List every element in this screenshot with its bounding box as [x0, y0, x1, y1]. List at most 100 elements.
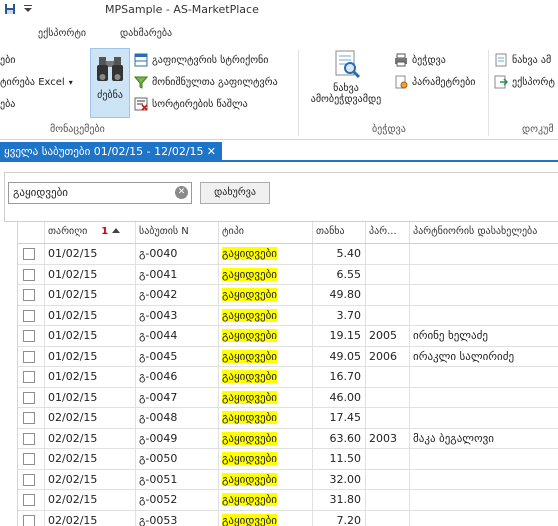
cell-date: 02/02/15 — [45, 408, 136, 428]
menu-item-help[interactable]: დახმარება — [120, 28, 172, 39]
header-select[interactable] — [18, 222, 45, 243]
header-amount[interactable]: თანხა — [313, 222, 366, 243]
print-preview-icon — [335, 50, 361, 79]
table-row[interactable]: 02/02/15 გ-0053 გაყიდვები 7.20 — [18, 510, 558, 526]
header-type[interactable]: ტიპი — [219, 222, 313, 243]
cell-amount: 49.80 — [313, 285, 366, 305]
header-partner-code[interactable]: პარ... — [366, 222, 410, 243]
header-doc-number[interactable]: საბუთის N — [136, 222, 219, 243]
document-export-button[interactable]: ექსპორტ — [494, 74, 555, 90]
grid-header-row: თარიღი 1 საბუთის N ტიპი თანხა პარ... პარტ… — [18, 222, 558, 244]
header-partner-name[interactable]: პარტნიორის დასახელება — [410, 222, 558, 243]
sort-order-badge: 1 — [101, 226, 109, 237]
table-row[interactable]: 01/02/15 გ-0047 გაყიდვები 46.00 — [18, 387, 558, 408]
cell-doc-number: გ-0047 — [136, 387, 219, 407]
table-row[interactable]: 01/02/15 გ-0041 გაყიდვები 6.55 — [18, 264, 558, 285]
cell-amount: 49.05 — [313, 346, 366, 366]
row-checkbox[interactable] — [23, 494, 35, 506]
row-checkbox[interactable] — [23, 371, 35, 383]
table-row[interactable]: 02/02/15 გ-0049 გაყიდვები 63.60 2003 მაკა ბეგ… — [18, 428, 558, 449]
clear-sort-button[interactable]: სორტირების წაშლა — [134, 96, 248, 112]
printer-icon — [395, 53, 407, 67]
row-checkbox[interactable] — [23, 289, 35, 301]
cell-date: 02/02/15 — [45, 449, 136, 469]
print-button[interactable]: ბეჭდვა — [394, 52, 446, 68]
table-row[interactable]: 02/02/15 გ-0048 გაყიდვები 17.45 — [18, 408, 558, 429]
ribbon-item-partial-1[interactable]: ები — [0, 52, 15, 68]
cell-type: გაყიდვები — [219, 510, 313, 526]
row-checkbox[interactable] — [23, 391, 35, 404]
row-checkbox-cell — [18, 305, 45, 325]
row-checkbox[interactable] — [23, 514, 35, 526]
cell-type: გაყიდვები — [219, 346, 313, 366]
cell-type: გაყიდვები — [219, 449, 313, 469]
row-checkbox[interactable] — [23, 412, 35, 424]
clear-search-icon[interactable]: ✕ — [175, 186, 188, 199]
search-highlight: გაყიდვები — [222, 513, 277, 526]
ribbon-item-partial-3[interactable]: ება — [0, 96, 15, 112]
cell-partner-code: 2006 — [366, 346, 410, 366]
table-row[interactable]: 01/02/15 გ-0043 გაყიდვები 3.70 — [18, 305, 558, 326]
table-row[interactable]: 01/02/15 გ-0040 გაყიდვები 5.40 — [18, 244, 558, 265]
row-checkbox[interactable] — [23, 350, 35, 363]
row-checkbox-cell — [18, 449, 45, 469]
table-row[interactable]: 02/02/15 გ-0051 გაყიდვები 32.00 — [18, 469, 558, 490]
filter-row-icon — [134, 53, 148, 67]
cell-partner-code — [366, 264, 410, 284]
tab-all-documents[interactable]: ყველა საბუთები 01/02/15 - 12/02/15 ✕ — [0, 142, 222, 162]
search-input[interactable]: გაყიდვები ✕ — [8, 182, 192, 204]
row-checkbox-cell — [18, 264, 45, 284]
ribbon-group-label-print: ბეჭდვა — [372, 124, 406, 135]
row-checkbox-cell — [18, 346, 45, 366]
cell-date: 01/02/15 — [45, 387, 136, 407]
row-checkbox[interactable] — [23, 268, 35, 281]
export-icon — [494, 75, 508, 89]
close-icon[interactable]: ✕ — [207, 145, 216, 158]
quick-access-dropdown-icon[interactable] — [22, 3, 34, 15]
search-highlight: გაყიდვები — [222, 452, 277, 465]
cell-doc-number: გ-0053 — [136, 510, 219, 526]
table-row[interactable]: 01/02/15 გ-0045 გაყიდვები 49.05 2006 ირაკლი ს… — [18, 346, 558, 367]
table-row[interactable]: 01/02/15 გ-0042 გაყიდვები 49.80 — [18, 285, 558, 306]
table-row[interactable]: 01/02/15 გ-0044 გაყიდვები 19.15 2005 ირინე ხე… — [18, 326, 558, 347]
header-date[interactable]: თარიღი 1 — [45, 222, 136, 243]
cell-amount: 6.55 — [313, 264, 366, 284]
table-row[interactable]: 01/02/15 გ-0046 გაყიდვები 16.70 — [18, 367, 558, 388]
main-content: გაყიდვები ✕ დახურვა თარიღი 1 საბუთის N ტი… — [0, 164, 558, 526]
cell-doc-number: გ-0042 — [136, 285, 219, 305]
filter-selected-button[interactable]: მონიშნულთა გაფილტვრა — [134, 74, 278, 90]
window-title: MPSample - AS-MarketPlace — [105, 3, 259, 16]
cell-partner-code: 2003 — [366, 428, 410, 448]
ribbon-group-label-document: დოკუმ — [522, 124, 554, 135]
cell-amount: 63.60 — [313, 428, 366, 448]
save-icon[interactable] — [4, 3, 16, 15]
ribbon-separator — [298, 50, 299, 136]
row-checkbox[interactable] — [23, 248, 35, 260]
close-filter-button[interactable]: დახურვა — [200, 182, 270, 204]
cell-doc-number: გ-0041 — [136, 264, 219, 284]
table-row[interactable]: 02/02/15 გ-0052 გაყიდვები 31.80 — [18, 490, 558, 511]
row-checkbox[interactable] — [23, 453, 35, 465]
document-view-button[interactable]: ნახვა ამ — [494, 52, 551, 68]
cell-doc-number: გ-0040 — [136, 244, 219, 264]
menu-item-export[interactable]: ექსპორტი — [38, 28, 86, 39]
cell-partner-code — [366, 449, 410, 469]
ribbon-item-export-excel[interactable]: ტირება Excel ▾ — [0, 74, 73, 90]
cell-partner-name — [410, 244, 558, 264]
filter-row-button[interactable]: გაფილტვრის სტრიქონი — [134, 52, 268, 68]
print-settings-button[interactable]: პარამეტრები — [394, 74, 475, 90]
row-checkbox[interactable] — [23, 309, 35, 322]
cell-doc-number: გ-0045 — [136, 346, 219, 366]
search-highlight: გაყიდვები — [222, 308, 277, 322]
row-checkbox[interactable] — [23, 473, 35, 486]
cell-partner-code — [366, 244, 410, 264]
cell-amount: 11.50 — [313, 449, 366, 469]
ribbon-group-label-data: მონაცემები — [50, 124, 105, 135]
row-checkbox[interactable] — [23, 432, 35, 445]
print-preview-button[interactable]: ნახვა ამობეჭდვამდე — [305, 48, 387, 118]
row-checkbox[interactable] — [23, 330, 35, 342]
cell-date: 02/02/15 — [45, 428, 136, 448]
table-row[interactable]: 02/02/15 გ-0050 გაყიდვები 11.50 — [18, 449, 558, 470]
search-highlight: გაყიდვები — [222, 370, 277, 383]
find-button[interactable]: ძებნა — [90, 48, 130, 118]
